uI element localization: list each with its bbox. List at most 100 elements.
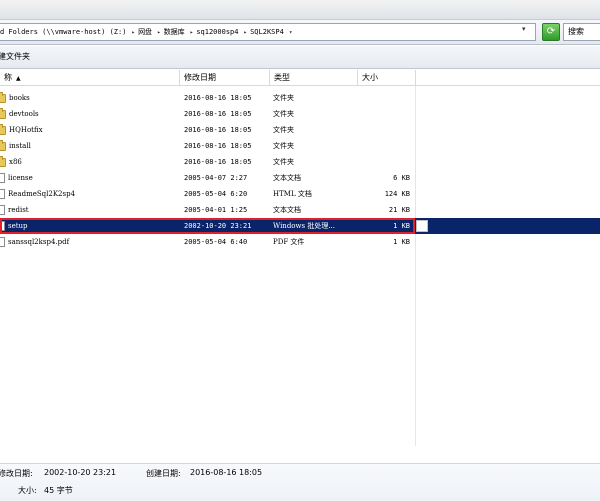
file-type-cell: 文件夹 (273, 110, 294, 118)
file-name-cell[interactable]: x86 (0, 154, 178, 170)
file-icon (0, 189, 5, 199)
file-size-cell: 124 KB (384, 190, 410, 198)
file-size-cell: 1 KB (393, 222, 410, 230)
file-name: HQHotfix (9, 126, 43, 134)
breadcrumb-separator-icon[interactable]: ▸ (131, 25, 135, 40)
table-row[interactable]: HQHotfix 2016-08-16 18:05 文件夹 (0, 122, 600, 138)
file-date-cell: 2016-08-16 18:05 (184, 126, 252, 134)
file-type-cell: 文件夹 (273, 158, 294, 166)
file-type-cell: 文件夹 (273, 126, 294, 134)
column-header-date[interactable]: 修改日期 (180, 70, 270, 85)
file-name: ReadmeSql2K2sp4 (8, 190, 76, 198)
table-row[interactable]: install 2016-08-16 18:05 文件夹 (0, 138, 600, 154)
file-type-cell: 文本文档 (273, 174, 301, 182)
breadcrumb-sql2ksp4[interactable]: SQL2KSP4 (250, 24, 284, 40)
file-size-cell (358, 106, 410, 122)
file-name-cell[interactable]: redist (0, 202, 178, 218)
breadcrumb-separator-icon[interactable]: ▸ (157, 25, 161, 40)
file-name-cell[interactable]: setup (0, 218, 178, 234)
file-size-cell: 21 KB (388, 206, 410, 214)
detail-created-value: 2016-08-16 18:05 (190, 468, 263, 477)
file-name: setup (8, 222, 28, 230)
breadcrumb-separator-icon[interactable]: ▸ (190, 25, 194, 40)
file-date-cell: 2005-05-04 6:20 (184, 190, 248, 198)
file-name: license (8, 174, 33, 182)
command-bar: 建文件夹 (0, 46, 600, 69)
file-size-cell (358, 138, 410, 154)
file-name: redist (8, 206, 29, 214)
file-date-cell: 2005-04-01 1:25 (184, 206, 248, 214)
address-history-dropdown-icon[interactable]: ▾ (522, 25, 526, 33)
breadcrumb-separator-icon[interactable]: ▸ (243, 25, 247, 40)
file-name-cell[interactable]: sanssql2ksp4.pdf (0, 234, 178, 250)
file-size-cell (358, 90, 410, 106)
file-name-cell[interactable]: install (0, 138, 178, 154)
breadcrumb-separator-icon[interactable]: ▾ (289, 25, 293, 40)
file-icon (0, 237, 5, 247)
file-size-cell (358, 154, 410, 170)
refresh-icon: ⟳ (546, 26, 556, 37)
column-header-name[interactable]: 称 ▲ (0, 70, 180, 85)
details-pane: 修改日期: 2002-10-20 23:21 创建日期: 2016-08-16 … (0, 463, 600, 501)
file-date-cell: 2016-08-16 18:05 (184, 110, 252, 118)
column-header-type[interactable]: 类型 (270, 70, 358, 85)
file-icon (0, 221, 5, 231)
new-folder-button[interactable]: 建文件夹 (0, 51, 30, 62)
table-row-selected[interactable]: setup 2002-10-20 23:21 Windows 批处理... 1 KB (0, 218, 600, 234)
file-icon (0, 205, 5, 215)
column-header-row: 称 ▲ 修改日期 类型 大小 (0, 70, 600, 86)
file-date-cell: 2016-08-16 18:05 (184, 158, 252, 166)
table-row[interactable]: redist 2005-04-01 1:25 文本文档 21 KB (0, 202, 600, 218)
address-path[interactable]: d Folders (\\vmware-host) (Z:) ▸ 网盘 ▸ 数据库 ▸ sq… (0, 23, 536, 41)
column-header-size[interactable]: 大小 (358, 70, 416, 85)
table-row[interactable]: ReadmeSql2K2sp4 2005-05-04 6:20 HTML 文档 124… (0, 186, 600, 202)
folder-icon (0, 107, 6, 119)
file-type-cell: 文件夹 (273, 94, 294, 102)
breadcrumb-vmware-host[interactable]: d Folders (\\vmware-host) (Z:) (0, 24, 126, 40)
folder-icon (0, 139, 6, 151)
file-size-cell (358, 122, 410, 138)
title-bar-strip (0, 0, 600, 20)
folder-icon (0, 123, 6, 135)
folder-icon (0, 155, 6, 167)
file-name: x86 (9, 158, 22, 166)
file-type-cell: Windows 批处理... (273, 222, 335, 230)
breadcrumb-netdisk[interactable]: 网盘 (138, 24, 152, 40)
file-name-cell[interactable]: devtools (0, 106, 178, 122)
table-row[interactable]: sanssql2ksp4.pdf 2005-05-04 6:40 PDF 文件 1 K… (0, 234, 600, 250)
file-name-cell[interactable]: ReadmeSql2K2sp4 (0, 186, 178, 202)
detail-modified-value: 2002-10-20 23:21 (44, 468, 117, 477)
file-name: books (9, 94, 30, 102)
detail-size-value: 45 字节 (44, 486, 73, 495)
file-date-cell: 2016-08-16 18:05 (184, 94, 252, 102)
file-type-cell: 文本文档 (273, 206, 301, 214)
detail-size-label: 大小: (18, 486, 37, 495)
breadcrumb-sql2000sp4[interactable]: sq12000sp4 (196, 24, 238, 40)
selection-end-box (416, 220, 428, 232)
file-name: devtools (9, 110, 39, 118)
address-bar: d Folders (\\vmware-host) (Z:) ▸ 网盘 ▸ 数据库 ▸ sq… (0, 20, 600, 45)
file-name-cell[interactable]: license (0, 170, 178, 186)
breadcrumb-database[interactable]: 数据库 (164, 24, 185, 40)
file-size-cell: 1 KB (393, 238, 410, 246)
file-name: install (9, 142, 31, 150)
table-row[interactable]: books 2016-08-16 18:05 文件夹 (0, 90, 600, 106)
table-row[interactable]: x86 2016-08-16 18:05 文件夹 (0, 154, 600, 170)
refresh-button[interactable]: ⟳ (542, 23, 560, 41)
file-name-cell[interactable]: HQHotfix (0, 122, 178, 138)
file-date-cell: 2016-08-16 18:05 (184, 142, 252, 150)
search-input[interactable]: 搜索 (563, 23, 600, 41)
detail-modified-label: 修改日期: (0, 469, 33, 478)
file-type-cell: HTML 文档 (273, 190, 312, 198)
file-size-cell: 6 KB (393, 174, 410, 182)
detail-created-label: 创建日期: (146, 469, 181, 478)
file-date-cell: 2005-05-04 6:40 (184, 238, 248, 246)
file-type-cell: PDF 文件 (273, 238, 305, 246)
file-name: sanssql2ksp4.pdf (8, 238, 70, 246)
file-name-cell[interactable]: books (0, 90, 178, 106)
file-date-cell: 2005-04-07 2:27 (184, 174, 248, 182)
table-row[interactable]: license 2005-04-07 2:27 文本文档 6 KB (0, 170, 600, 186)
table-row[interactable]: devtools 2016-08-16 18:05 文件夹 (0, 106, 600, 122)
file-icon (0, 173, 5, 183)
file-type-cell: 文件夹 (273, 142, 294, 150)
